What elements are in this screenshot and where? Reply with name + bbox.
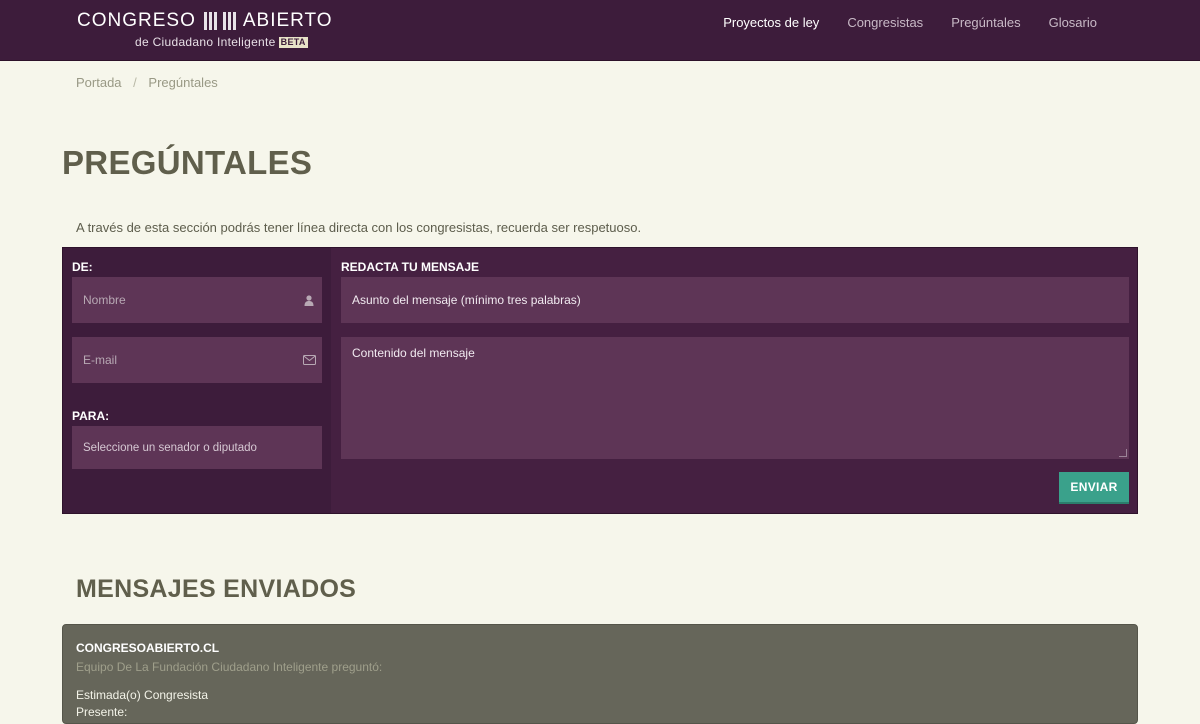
resize-handle-icon[interactable] — [1119, 449, 1127, 457]
compose-label: REDACTA TU MENSAJE — [341, 260, 480, 274]
message-card: CONGRESOABIERTO.CL Equipo De La Fundació… — [62, 624, 1138, 724]
message-placeholder: Contenido del mensaje — [352, 346, 475, 360]
message-textarea[interactable]: Contenido del mensaje — [341, 337, 1129, 459]
message-meta: Equipo De La Fundación Ciudadano Intelig… — [76, 660, 383, 674]
main-nav: Proyectos de ley Congresistas Pregúntale… — [723, 14, 1097, 32]
message-sender: CONGRESOABIERTO.CL — [76, 641, 220, 655]
navbar: CONGRESO ABIERTO de Ciudadano Inteligent… — [0, 0, 1200, 61]
breadcrumb-separator: / — [133, 75, 137, 90]
message-body: Estimada(o) Congresista Presente: — [76, 687, 208, 721]
name-placeholder: Nombre — [83, 293, 126, 307]
email-placeholder: E-mail — [83, 353, 118, 367]
message-body-line: Estimada(o) Congresista — [76, 688, 209, 702]
sent-messages-title: MENSAJES ENVIADOS — [76, 575, 357, 603]
brand-title-right: ABIERTO — [242, 10, 333, 31]
message-body-line: Presente: — [76, 705, 128, 719]
nav-item-glosario[interactable]: Glosario — [1049, 14, 1097, 32]
page-title: PREGÚNTALES — [62, 144, 313, 181]
breadcrumb-current: Pregúntales — [148, 75, 218, 90]
subject-input[interactable]: Asunto del mensaje (mínimo tres palabras… — [341, 277, 1129, 323]
envelope-icon — [296, 355, 322, 365]
recipient-select[interactable]: Seleccione un senador o diputado — [72, 426, 322, 469]
send-button[interactable]: ENVIAR — [1059, 472, 1129, 504]
subject-placeholder: Asunto del mensaje (mínimo tres palabras… — [352, 293, 581, 307]
breadcrumb: Portada / Pregúntales — [76, 75, 218, 90]
recipient-select-value: Seleccione un senador o diputado — [83, 441, 257, 454]
brand-title-left: CONGRESO — [77, 10, 196, 31]
name-field[interactable]: Nombre — [72, 277, 322, 323]
nav-item-proyectos[interactable]: Proyectos de ley — [723, 14, 819, 32]
email-field[interactable]: E-mail — [72, 337, 322, 383]
brand-subtitle: de Ciudadano Inteligente — [135, 35, 276, 49]
beta-badge: BETA — [278, 36, 308, 48]
nav-item-preguntales[interactable]: Pregúntales — [951, 14, 1020, 32]
from-label: DE: — [72, 260, 93, 274]
intro-text: A través de esta sección podrás tener lí… — [76, 220, 642, 235]
user-icon — [296, 294, 322, 306]
nav-item-congresistas[interactable]: Congresistas — [847, 14, 923, 32]
columns-logo-icon — [203, 12, 236, 30]
question-form: DE: Nombre E-mail PARA: Seleccione un se… — [62, 247, 1138, 514]
brand-logo[interactable]: CONGRESO ABIERTO de Ciudadano Inteligent… — [77, 10, 333, 49]
breadcrumb-home[interactable]: Portada — [76, 75, 122, 90]
to-label: PARA: — [72, 409, 110, 423]
